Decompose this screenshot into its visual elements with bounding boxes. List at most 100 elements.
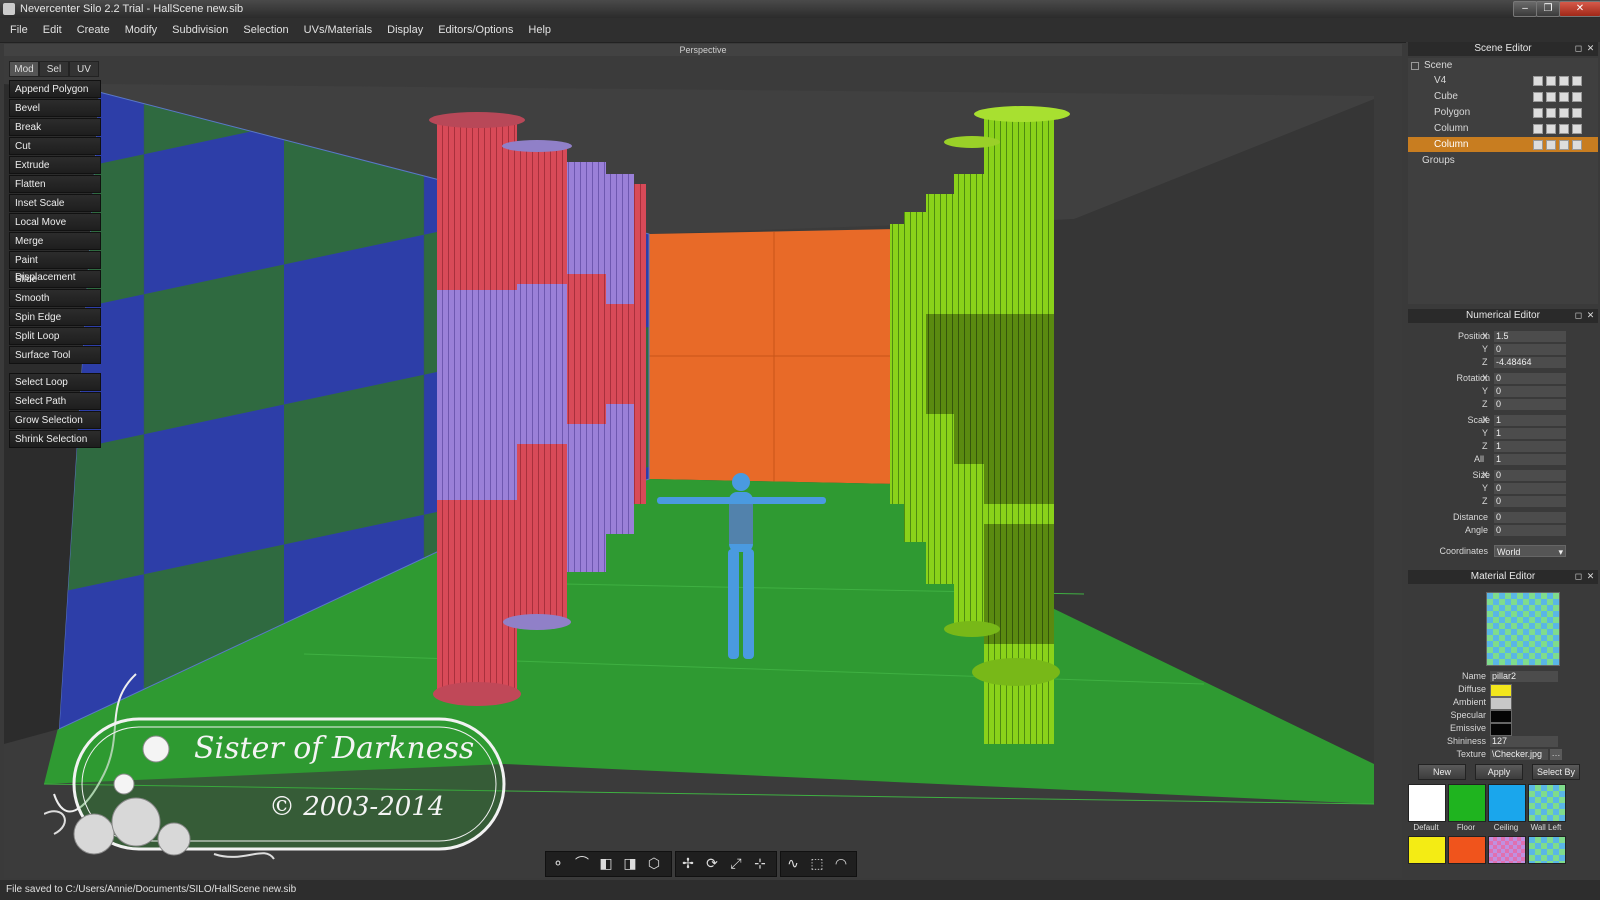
paint-select-icon[interactable]: ◠	[831, 853, 851, 873]
universal-manipulator-icon[interactable]: ⊹	[750, 853, 770, 873]
paint-displacement-button[interactable]: Paint Displacement	[9, 251, 101, 283]
menu-create[interactable]: Create	[69, 18, 117, 42]
cut-button[interactable]: Cut	[9, 137, 101, 155]
face-mode-icon[interactable]: ◧	[596, 853, 616, 873]
float-icon[interactable]: ◻	[1574, 311, 1583, 320]
menu-edit[interactable]: Edit	[35, 18, 69, 42]
scene-root[interactable]: Scene	[1408, 58, 1598, 73]
lasso-select-icon[interactable]: ∿	[783, 853, 803, 873]
maximize-button[interactable]: ❐	[1536, 1, 1560, 17]
material-swatch-5[interactable]	[1408, 836, 1446, 864]
position-x-field[interactable]: 1.5	[1494, 331, 1566, 342]
scale-y-field[interactable]: 1	[1494, 428, 1566, 439]
float-icon[interactable]: ◻	[1574, 44, 1583, 53]
visibility-eye-icon[interactable]	[1559, 124, 1569, 134]
box-select-icon[interactable]: ⬚	[807, 853, 827, 873]
extrude-button[interactable]: Extrude	[9, 156, 101, 174]
scene-object-column-selected[interactable]: Column	[1408, 137, 1598, 152]
menu-help[interactable]: Help	[520, 18, 558, 42]
hexagon-icon[interactable]: ⬡	[644, 853, 664, 873]
apply-material-button[interactable]: Apply	[1475, 764, 1523, 780]
wireframe-icon[interactable]	[1533, 76, 1543, 86]
object-mode-icon[interactable]: ◨	[620, 853, 640, 873]
close-panel-icon[interactable]: ✕	[1586, 44, 1595, 53]
select-path-button[interactable]: Select Path	[9, 392, 101, 410]
new-material-button[interactable]: New	[1418, 764, 1466, 780]
wireframe-icon[interactable]	[1533, 124, 1543, 134]
texture-field[interactable]: \Checker.jpg	[1490, 749, 1548, 760]
browse-texture-button[interactable]: …	[1550, 749, 1562, 760]
wireframe-icon[interactable]	[1533, 108, 1543, 118]
shaded-icon[interactable]	[1546, 124, 1556, 134]
distance-field[interactable]: 0	[1494, 512, 1566, 523]
scale-z-field[interactable]: 1	[1494, 441, 1566, 452]
menu-uvs-materials[interactable]: UVs/Materials	[296, 18, 379, 42]
visibility-eye-icon[interactable]	[1559, 92, 1569, 102]
material-swatch-6[interactable]	[1448, 836, 1486, 864]
vertex-mode-icon[interactable]: ⚬	[548, 853, 568, 873]
tab-uv[interactable]: UV	[69, 61, 99, 77]
rotation-x-field[interactable]: 0	[1494, 373, 1566, 384]
wireframe-icon[interactable]	[1533, 140, 1543, 150]
size-x-field[interactable]: 0	[1494, 470, 1566, 481]
material-name-field[interactable]: pillar2	[1490, 671, 1558, 682]
shaded-icon[interactable]	[1546, 108, 1556, 118]
scene-object-v4[interactable]: V4	[1408, 73, 1598, 88]
move-icon[interactable]: ✢	[678, 853, 698, 873]
surface-tool-button[interactable]: Surface Tool	[9, 346, 101, 364]
wireframe-icon[interactable]	[1533, 92, 1543, 102]
angle-field[interactable]: 0	[1494, 525, 1566, 536]
lock-icon[interactable]	[1572, 124, 1582, 134]
minimize-button[interactable]: –	[1513, 1, 1537, 17]
material-swatch-ceiling[interactable]	[1488, 784, 1526, 822]
scene-object-column[interactable]: Column	[1408, 121, 1598, 136]
close-panel-icon[interactable]: ✕	[1586, 572, 1595, 581]
split-loop-button[interactable]: Split Loop	[9, 327, 101, 345]
rotate-icon[interactable]: ⟳	[702, 853, 722, 873]
tab-sel[interactable]: Sel	[39, 61, 69, 77]
scene-object-polygon[interactable]: Polygon	[1408, 105, 1598, 120]
inset-scale-button[interactable]: Inset Scale	[9, 194, 101, 212]
merge-button[interactable]: Merge	[9, 232, 101, 250]
break-button[interactable]: Break	[9, 118, 101, 136]
rotation-y-field[interactable]: 0	[1494, 386, 1566, 397]
position-y-field[interactable]: 0	[1494, 344, 1566, 355]
menu-display[interactable]: Display	[379, 18, 430, 42]
material-swatch-floor[interactable]	[1448, 784, 1486, 822]
scene-object-cube[interactable]: Cube	[1408, 89, 1598, 104]
coordinates-select[interactable]: World ▾	[1494, 545, 1566, 557]
menu-subdivision[interactable]: Subdivision	[164, 18, 235, 42]
size-z-field[interactable]: 0	[1494, 496, 1566, 507]
float-icon[interactable]: ◻	[1574, 572, 1583, 581]
menu-modify[interactable]: Modify	[117, 18, 164, 42]
collapse-icon[interactable]	[1411, 62, 1419, 70]
close-panel-icon[interactable]: ✕	[1586, 311, 1595, 320]
menu-selection[interactable]: Selection	[235, 18, 295, 42]
append-polygon-button[interactable]: Append Polygon	[9, 80, 101, 98]
scene-groups[interactable]: Groups	[1408, 153, 1598, 168]
shininess-field[interactable]: 127	[1490, 736, 1558, 747]
material-swatch-wall-left[interactable]	[1528, 784, 1566, 822]
lock-icon[interactable]	[1572, 76, 1582, 86]
size-y-field[interactable]: 0	[1494, 483, 1566, 494]
select-loop-button[interactable]: Select Loop	[9, 373, 101, 391]
shaded-icon[interactable]	[1546, 140, 1556, 150]
bevel-button[interactable]: Bevel	[9, 99, 101, 117]
visibility-eye-icon[interactable]	[1559, 108, 1569, 118]
close-button[interactable]: ✕	[1559, 1, 1600, 17]
menu-file[interactable]: File	[0, 18, 35, 42]
lock-icon[interactable]	[1572, 108, 1582, 118]
lock-icon[interactable]	[1572, 92, 1582, 102]
menu-editors-options[interactable]: Editors/Options	[430, 18, 520, 42]
select-by-material-button[interactable]: Select By	[1532, 764, 1580, 780]
rotation-z-field[interactable]: 0	[1494, 399, 1566, 410]
local-move-button[interactable]: Local Move	[9, 213, 101, 231]
scale-all-field[interactable]: 1	[1494, 454, 1566, 465]
spin-edge-button[interactable]: Spin Edge	[9, 308, 101, 326]
scale-x-field[interactable]: 1	[1494, 415, 1566, 426]
visibility-eye-icon[interactable]	[1559, 76, 1569, 86]
shaded-icon[interactable]	[1546, 92, 1556, 102]
smooth-button[interactable]: Smooth	[9, 289, 101, 307]
material-swatch-default[interactable]	[1408, 784, 1446, 822]
tab-mod[interactable]: Mod	[9, 61, 39, 77]
